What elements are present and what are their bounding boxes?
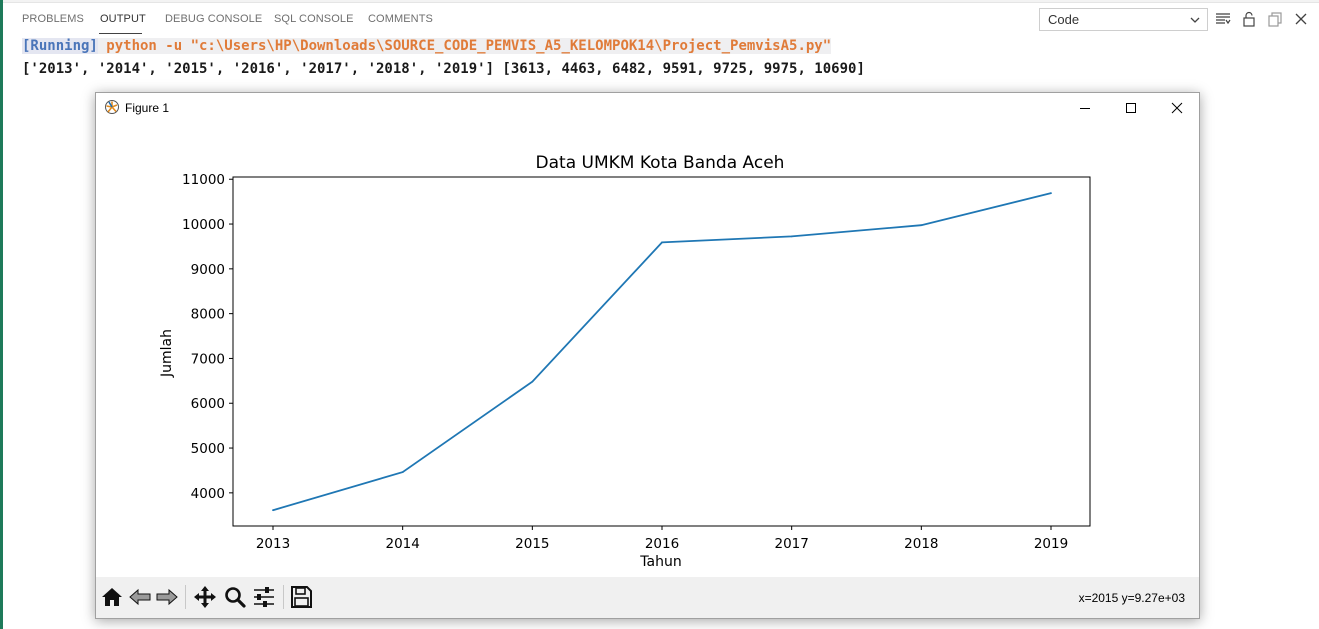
y-tick-label: 5000: [191, 441, 225, 457]
data-point: [401, 471, 404, 474]
line-chart[interactable]: Data UMKM Kota Banda Aceh 4000 5000 6000 70…: [96, 123, 1199, 577]
minimize-button[interactable]: [1062, 93, 1108, 123]
x-axis: 2013 2014 2015 2016 2017 2018 2019: [256, 526, 1068, 552]
back-icon[interactable]: [127, 584, 153, 610]
figure-toolbar: x=2015 y=9.27e+03: [96, 577, 1199, 618]
panel-tab-bar: PROBLEMS OUTPUT DEBUG CONSOLE SQL CONSOL…: [3, 4, 1033, 34]
x-tick-label: 2019: [1034, 536, 1068, 552]
zoom-icon[interactable]: [222, 584, 248, 610]
maximize-button[interactable]: [1108, 93, 1154, 123]
cursor-coordinates: x=2015 y=9.27e+03: [1078, 591, 1185, 605]
x-tick-label: 2014: [385, 536, 419, 552]
close-icon: [1171, 102, 1183, 114]
matplotlib-logo-icon: [105, 100, 119, 114]
y-tick-label: 9000: [191, 262, 225, 278]
data-point: [790, 235, 793, 238]
configure-icon[interactable]: [251, 584, 277, 610]
y-axis-label: Jumlah: [159, 329, 175, 378]
output-channel-select[interactable]: Code: [1039, 8, 1208, 31]
close-window-button[interactable]: [1154, 93, 1200, 123]
output-run-line: [Running] python -u "c:\Users\HP\Downloa…: [22, 38, 832, 54]
y-tick-label: 11000: [182, 172, 225, 188]
tab-sql-console[interactable]: SQL CONSOLE: [274, 13, 354, 25]
maximize-icon: [1126, 103, 1136, 113]
tab-debug-console[interactable]: DEBUG CONSOLE: [165, 13, 262, 25]
save-icon[interactable]: [288, 584, 314, 610]
data-point: [920, 224, 923, 227]
minimize-icon: [1080, 108, 1090, 109]
series-line: [272, 192, 1052, 512]
x-tick-label: 2013: [256, 536, 290, 552]
y-tick-label: 6000: [191, 396, 225, 412]
lock-icon[interactable]: [1241, 11, 1257, 27]
chart-title: Data UMKM Kota Banda Aceh: [536, 153, 785, 173]
y-tick-label: 8000: [191, 307, 225, 323]
run-command: python -u "c:\Users\HP\Downloads\SOURCE_…: [97, 38, 832, 54]
toolbar-separator: [283, 585, 284, 609]
x-tick-label: 2016: [645, 536, 679, 552]
x-tick-label: 2015: [515, 536, 549, 552]
x-tick-label: 2018: [904, 536, 938, 552]
x-axis-label: Tahun: [639, 554, 681, 570]
forward-icon[interactable]: [154, 584, 180, 610]
editor-edge-strip: [0, 0, 3, 629]
tab-comments[interactable]: COMMENTS: [368, 13, 433, 25]
y-axis: 4000 5000 6000 7000 8000 9000 10000 11000: [182, 172, 233, 502]
running-tag: [Running]: [22, 38, 98, 54]
figure-window: Figure 1 Data UMKM Kota Banda Aceh 4000 5…: [95, 92, 1200, 619]
y-tick-label: 7000: [191, 351, 225, 367]
home-icon[interactable]: [99, 584, 125, 610]
chevron-down-icon: [1190, 17, 1200, 23]
y-tick-label: 10000: [182, 217, 225, 233]
figure-titlebar[interactable]: Figure 1: [96, 93, 1199, 123]
editor-top-edge: [3, 0, 1319, 3]
output-channel-value: Code: [1048, 12, 1080, 27]
toolbar-separator: [185, 585, 186, 609]
axes-frame: [232, 176, 1091, 527]
close-icon[interactable]: [1293, 11, 1309, 27]
tab-problems[interactable]: PROBLEMS: [22, 13, 84, 25]
active-tab-indicator: [99, 33, 142, 34]
data-point: [1050, 192, 1052, 195]
pan-icon[interactable]: [192, 584, 218, 610]
copy-icon[interactable]: [1267, 11, 1283, 27]
data-point: [531, 380, 534, 383]
x-tick-label: 2017: [774, 536, 808, 552]
tab-output[interactable]: OUTPUT: [100, 13, 146, 25]
data-point: [272, 509, 274, 512]
figure-title: Figure 1: [125, 101, 170, 115]
y-tick-label: 4000: [191, 486, 225, 502]
data-point: [661, 241, 663, 244]
output-result-line: ['2013', '2014', '2015', '2016', '2017',…: [22, 61, 865, 77]
list-filter-icon[interactable]: [1215, 11, 1231, 27]
